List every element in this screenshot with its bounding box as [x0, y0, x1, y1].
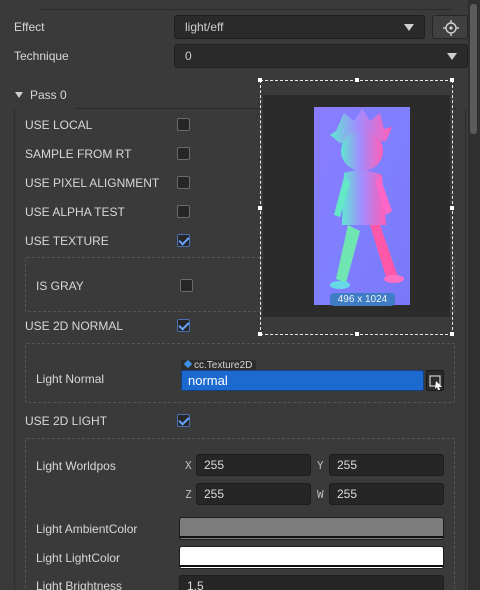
- header-divider: [40, 9, 452, 10]
- is-gray-checkbox[interactable]: [180, 279, 193, 292]
- axis-y-label: Y: [317, 459, 324, 472]
- light-color-swatch[interactable]: [179, 546, 444, 569]
- axis-z-label: Z: [185, 488, 192, 501]
- texture-preview: 496 x 1024: [258, 78, 454, 336]
- define-label: SAMPLE FROM RT: [25, 147, 132, 161]
- expand-triangle-icon: [15, 91, 23, 98]
- sample-from-rt-checkbox[interactable]: [177, 147, 190, 160]
- use-pixel-alignment-checkbox[interactable]: [177, 176, 190, 189]
- use-2d-normal-checkbox[interactable]: [177, 319, 190, 332]
- define-label: USE 2D LIGHT: [25, 414, 108, 428]
- use-texture-checkbox[interactable]: [177, 234, 190, 247]
- use-local-checkbox[interactable]: [177, 118, 190, 131]
- use-alpha-test-checkbox[interactable]: [177, 205, 190, 218]
- light-color-label: Light LightColor: [36, 551, 121, 565]
- ambient-color-swatch[interactable]: [179, 517, 444, 540]
- swatch-alpha-bar: [180, 536, 443, 538]
- light-brightness-label: Light Brightness: [36, 579, 123, 590]
- technique-select-value: 0: [185, 49, 192, 63]
- technique-select[interactable]: 0: [174, 44, 468, 68]
- swatch-alpha-bar: [180, 565, 443, 567]
- axis-x-label: X: [185, 459, 192, 472]
- pass-title: Pass 0: [30, 88, 67, 102]
- resize-handle[interactable]: [450, 206, 454, 210]
- define-label: USE PIXEL ALIGNMENT: [25, 176, 160, 190]
- worldpos-x-input[interactable]: 255: [196, 454, 311, 476]
- locate-asset-button[interactable]: [432, 15, 468, 39]
- select-asset-icon: [429, 375, 442, 390]
- define-label: IS GRAY: [36, 279, 84, 293]
- worldpos-w-input[interactable]: 255: [329, 483, 444, 505]
- resize-handle[interactable]: [258, 206, 262, 210]
- resize-handle[interactable]: [355, 78, 359, 82]
- chevron-down-icon: [404, 24, 414, 31]
- define-label: USE ALPHA TEST: [25, 205, 125, 219]
- light-normal-label: Light Normal: [36, 372, 105, 386]
- asset-type-icon: [183, 359, 193, 369]
- normal-map-image: [314, 107, 410, 305]
- asset-pick-button[interactable]: [426, 370, 444, 391]
- resize-handle[interactable]: [450, 78, 454, 82]
- scrollbar[interactable]: [468, 0, 480, 590]
- scrollbar-thumb[interactable]: [470, 4, 477, 134]
- axis-w-label: W: [317, 488, 324, 501]
- worldpos-y-input[interactable]: 255: [329, 454, 444, 476]
- chevron-down-icon: [447, 53, 457, 60]
- locate-icon: [443, 20, 459, 36]
- pass-header[interactable]: Pass 0: [15, 88, 67, 102]
- resize-handle[interactable]: [355, 332, 359, 336]
- use-2d-light-checkbox[interactable]: [177, 414, 190, 427]
- light-ambient-label: Light AmbientColor: [36, 522, 138, 536]
- define-label: USE TEXTURE: [25, 234, 109, 248]
- resize-handle[interactable]: [450, 332, 454, 336]
- resize-handle[interactable]: [258, 78, 262, 82]
- light-brightness-input[interactable]: 1.5: [179, 575, 444, 590]
- effect-label: Effect: [14, 20, 45, 34]
- worldpos-z-input[interactable]: 255: [196, 483, 311, 505]
- define-label: USE LOCAL: [25, 118, 93, 132]
- define-label: USE 2D NORMAL: [25, 319, 124, 333]
- effect-select-value: light/eff: [185, 20, 224, 34]
- light-worldpos-label: Light Worldpos: [36, 459, 116, 473]
- effect-select[interactable]: light/eff: [174, 15, 425, 39]
- resize-handle[interactable]: [258, 332, 262, 336]
- technique-label: Technique: [14, 49, 69, 63]
- light-normal-asset-field[interactable]: normal: [181, 370, 424, 391]
- texture-size-badge: 496 x 1024: [330, 293, 395, 306]
